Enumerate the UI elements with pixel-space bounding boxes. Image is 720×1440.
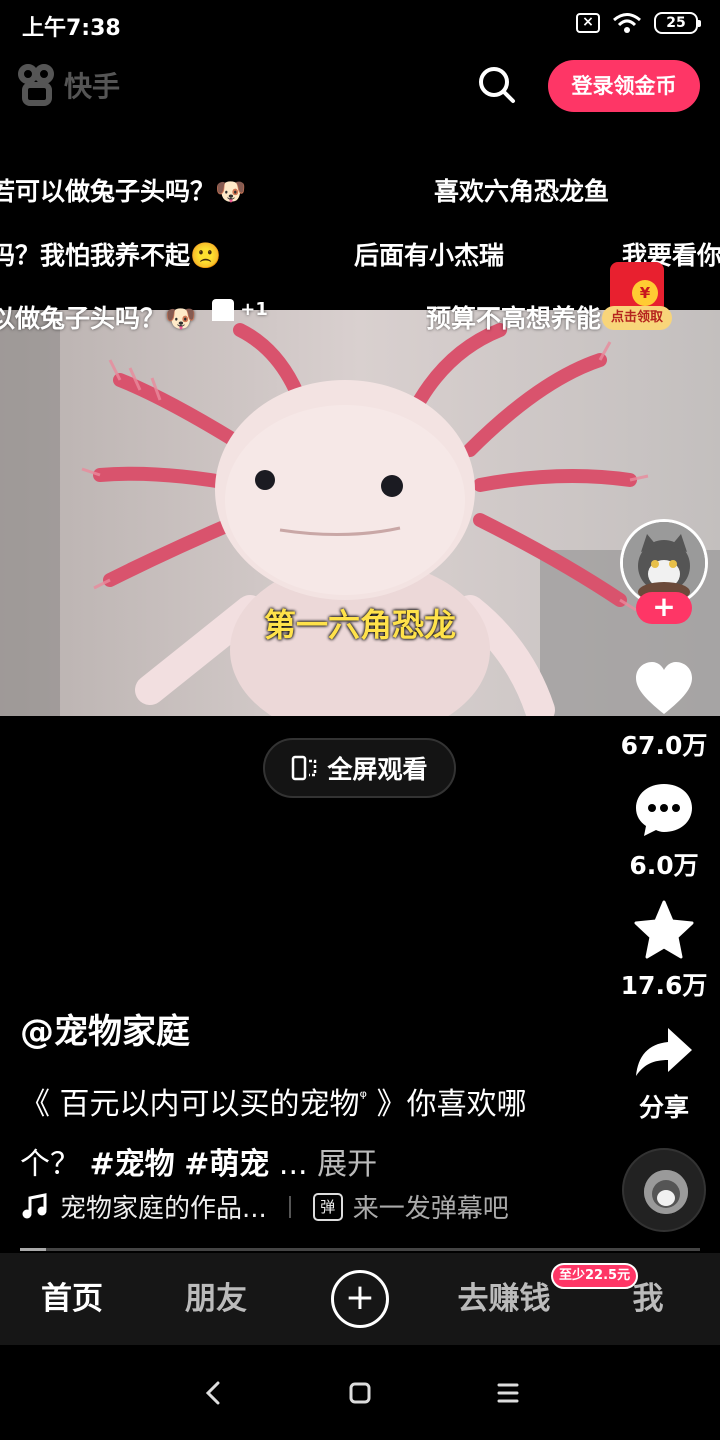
- video-description[interactable]: 《 百元以内可以买的宠物ᵠ 》你喜欢哪个？ #宠物 #萌宠 ... 展开: [20, 1068, 560, 1195]
- hashtag-cute-pets[interactable]: #萌宠: [184, 1147, 269, 1182]
- author-name[interactable]: @宠物家庭: [20, 1004, 190, 1053]
- danmaku-item: 以做兔子头吗？🐶: [0, 304, 197, 333]
- search-icon[interactable]: [476, 64, 516, 104]
- tab-home[interactable]: 首页: [32, 1253, 112, 1345]
- star-icon: [634, 900, 694, 959]
- search-mark-icon[interactable]: ᵠ: [360, 1087, 367, 1108]
- app-name: 快手: [64, 70, 121, 103]
- desc-ellipsis: ...: [269, 1147, 308, 1182]
- create-button[interactable]: +: [331, 1270, 389, 1328]
- battery-icon: 25: [654, 12, 701, 34]
- status-icons: × 25: [576, 12, 701, 34]
- music-disc-cover: [644, 1170, 688, 1214]
- axolotl-video-frame: [0, 310, 720, 716]
- tab-earn[interactable]: 去赚钱: [450, 1253, 558, 1345]
- notification-muted-icon: ×: [576, 13, 600, 33]
- rotate-screen-icon: [292, 755, 317, 781]
- danmaku-item: 喜欢六角恐龙鱼: [434, 177, 610, 206]
- favorite-count: 17.6万: [620, 971, 708, 1000]
- red-packet-coin: ¥: [632, 280, 658, 306]
- wifi-icon: [613, 13, 641, 33]
- danmaku-item: 预算不高想养能: [426, 304, 602, 333]
- comment-count: 6.0万: [629, 851, 699, 880]
- share-label: 分享: [638, 1093, 689, 1122]
- people-icon: [212, 299, 234, 321]
- music-text[interactable]: 宠物家庭的作品...: [60, 1188, 267, 1225]
- status-time: 上午7:38: [22, 16, 121, 41]
- like-count: 67.0万: [620, 731, 708, 760]
- menu-icon[interactable]: [490, 1375, 526, 1411]
- expand-link[interactable]: 展开: [308, 1147, 377, 1182]
- music-row: 宠物家庭的作品... 弹 来一发弹幕吧: [20, 1188, 509, 1225]
- comment-button[interactable]: 6.0万: [612, 780, 716, 882]
- music-note-icon: [22, 1192, 47, 1218]
- home-icon[interactable]: [342, 1375, 378, 1411]
- app-logo: 快手: [18, 64, 120, 106]
- danmaku-item: 若可以做兔子头吗？🐶: [0, 177, 247, 206]
- video-progress-fill: [20, 1248, 46, 1251]
- danmaku-item: 后面有小杰瑞: [354, 241, 505, 270]
- status-bar: 上午7:38 × 25: [0, 0, 720, 48]
- heart-icon: [636, 662, 692, 714]
- divider: [288, 1195, 291, 1218]
- like-button[interactable]: 67.0万: [612, 660, 716, 762]
- danmaku-input-placeholder[interactable]: 来一发弹幕吧: [353, 1188, 509, 1225]
- fullscreen-label: 全屏观看: [327, 755, 428, 784]
- tab-me[interactable]: 我: [620, 1253, 676, 1345]
- system-navigation-bar: [0, 1345, 720, 1440]
- danmaku-like-badge: +1: [212, 299, 268, 321]
- back-icon[interactable]: [196, 1375, 232, 1411]
- login-button[interactable]: 登录领金币: [548, 60, 700, 112]
- bottom-nav: 首页 朋友 + 去赚钱 至少22.5元 我: [0, 1253, 720, 1345]
- video-progress-bar[interactable]: [20, 1248, 700, 1251]
- video-player[interactable]: [0, 310, 720, 716]
- music-disc[interactable]: [622, 1148, 706, 1232]
- red-packet-button[interactable]: ¥ 点击领取: [602, 262, 672, 334]
- danmaku-like-count: +1: [240, 299, 268, 320]
- red-packet-label: 点击领取: [602, 306, 672, 330]
- share-arrow-icon: [636, 1028, 692, 1076]
- comment-icon: [636, 784, 692, 836]
- kuaishou-logo-icon: [18, 64, 56, 106]
- danmaku-toggle-icon[interactable]: 弹: [312, 1192, 343, 1221]
- favorite-button[interactable]: 17.6万: [612, 900, 716, 1002]
- hashtag-pets[interactable]: #宠物: [90, 1147, 175, 1182]
- desc-title: 《 百元以内可以买的宠物: [20, 1087, 360, 1122]
- fullscreen-button[interactable]: 全屏观看: [263, 738, 456, 798]
- share-button[interactable]: 分享: [612, 1022, 716, 1124]
- danmaku-item: 吗？我怕我养不起🙁: [0, 241, 222, 270]
- video-subtitle: 第一六角恐龙: [263, 606, 456, 644]
- tab-friends[interactable]: 朋友: [176, 1253, 256, 1345]
